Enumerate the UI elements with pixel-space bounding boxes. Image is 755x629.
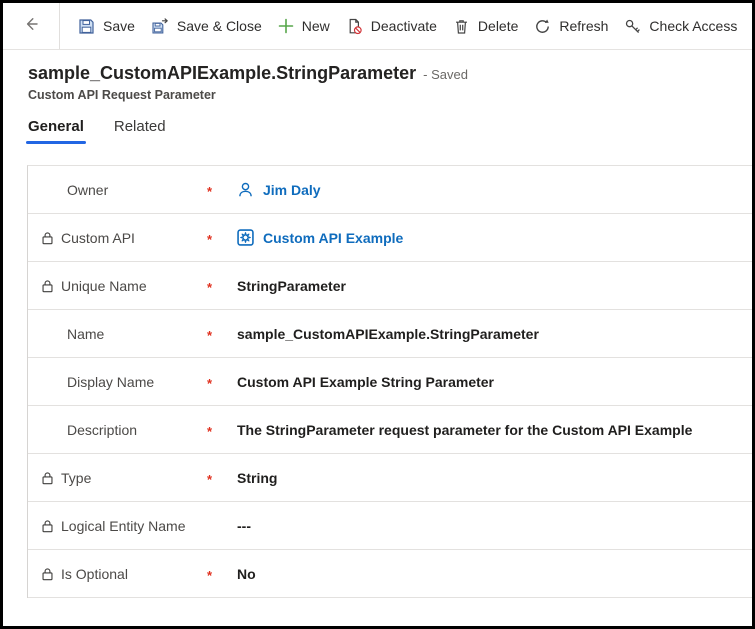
- field-label-cell: Description: [28, 422, 207, 438]
- field-row-type: Type * String: [28, 454, 752, 502]
- field-value-cell: String: [237, 470, 277, 486]
- field-label-cell: Logical Entity Name: [28, 518, 207, 534]
- field-label-cell: Is Optional: [28, 566, 207, 582]
- required-asterisk-empty: [207, 524, 237, 527]
- deactivate-button[interactable]: Deactivate: [338, 3, 445, 49]
- field-row-display-name: Display Name * Custom API Example String…: [28, 358, 752, 406]
- save-button-label: Save: [103, 18, 135, 34]
- field-label: Description: [67, 422, 137, 438]
- save-and-close-button-label: Save & Close: [177, 18, 262, 34]
- required-asterisk: *: [207, 421, 237, 439]
- field-row-description: Description * The StringParameter reques…: [28, 406, 752, 454]
- command-bar: Save Save & Close New: [3, 3, 752, 50]
- name-field-value[interactable]: sample_CustomAPIExample.StringParameter: [237, 326, 539, 342]
- field-value-cell: sample_CustomAPIExample.StringParameter: [237, 326, 539, 342]
- field-label-cell: Type: [28, 470, 207, 486]
- save-icon: [78, 18, 95, 35]
- field-label-cell: Display Name: [28, 374, 207, 390]
- field-label-cell: Name: [28, 326, 207, 342]
- general-form-section: Owner * Jim Daly Custom API: [27, 165, 752, 598]
- command-bar-buttons: Save Save & Close New: [60, 3, 745, 49]
- field-label: Display Name: [67, 374, 154, 390]
- tab-general[interactable]: General: [28, 118, 84, 144]
- record-title: sample_CustomAPIExample.StringParameter: [28, 63, 416, 84]
- field-value-cell: Jim Daly: [237, 181, 321, 198]
- required-asterisk: *: [207, 229, 237, 247]
- tab-related[interactable]: Related: [114, 118, 166, 144]
- field-label: Custom API: [61, 230, 135, 246]
- field-label: Unique Name: [61, 278, 147, 294]
- display-name-field-value[interactable]: Custom API Example String Parameter: [237, 374, 494, 390]
- logical-entity-name-field-value: ---: [237, 518, 251, 534]
- field-label: Name: [67, 326, 104, 342]
- field-row-is-optional: Is Optional * No: [28, 550, 752, 598]
- plus-icon: [278, 18, 294, 34]
- lock-icon: [41, 567, 54, 581]
- custom-api-lookup-link[interactable]: Custom API Example: [263, 230, 403, 246]
- lock-icon: [41, 279, 54, 293]
- field-value-cell: ---: [237, 518, 251, 534]
- field-label: Owner: [67, 182, 108, 198]
- back-button[interactable]: [3, 3, 60, 49]
- left-arrow-icon: [22, 15, 40, 38]
- key-icon: [624, 18, 641, 35]
- save-close-icon: [151, 18, 169, 35]
- field-value-cell: The StringParameter request parameter fo…: [237, 422, 692, 438]
- save-and-close-button[interactable]: Save & Close: [143, 3, 270, 49]
- field-row-unique-name: Unique Name * StringParameter: [28, 262, 752, 310]
- delete-button-label: Delete: [478, 18, 518, 34]
- field-label-cell: Custom API: [28, 230, 207, 246]
- lock-icon: [41, 519, 54, 533]
- field-label-cell: Owner: [28, 182, 207, 198]
- save-status: - Saved: [423, 67, 468, 82]
- lock-icon: [41, 231, 54, 245]
- save-button[interactable]: Save: [70, 3, 143, 49]
- field-label: Type: [61, 470, 91, 486]
- field-label-cell: Unique Name: [28, 278, 207, 294]
- field-row-owner: Owner * Jim Daly: [28, 166, 752, 214]
- description-field-value[interactable]: The StringParameter request parameter fo…: [237, 422, 692, 438]
- user-icon: [237, 181, 254, 198]
- unique-name-value: StringParameter: [237, 278, 346, 294]
- deactivate-icon: [346, 18, 363, 35]
- refresh-button-label: Refresh: [559, 18, 608, 34]
- refresh-icon: [534, 18, 551, 35]
- field-value-cell: No: [237, 566, 256, 582]
- is-optional-field-value: No: [237, 566, 256, 582]
- owner-lookup-link[interactable]: Jim Daly: [263, 182, 321, 198]
- field-label: Logical Entity Name: [61, 518, 186, 534]
- required-asterisk: *: [207, 277, 237, 295]
- lock-icon: [41, 471, 54, 485]
- field-label: Is Optional: [61, 566, 128, 582]
- new-button-label: New: [302, 18, 330, 34]
- trash-icon: [453, 18, 470, 35]
- field-row-name: Name * sample_CustomAPIExample.StringPar…: [28, 310, 752, 358]
- type-field-value: String: [237, 470, 277, 486]
- field-row-custom-api: Custom API * Custom API Example: [28, 214, 752, 262]
- delete-button[interactable]: Delete: [445, 3, 526, 49]
- check-access-button-label: Check Access: [649, 18, 737, 34]
- app-window: Save Save & Close New: [0, 0, 755, 629]
- field-row-logical-entity-name: Logical Entity Name ---: [28, 502, 752, 550]
- required-asterisk: *: [207, 469, 237, 487]
- field-value-cell: StringParameter: [237, 278, 346, 294]
- refresh-button[interactable]: Refresh: [526, 3, 616, 49]
- required-asterisk: *: [207, 325, 237, 343]
- form-tabs: General Related: [3, 118, 752, 144]
- required-asterisk: *: [207, 373, 237, 391]
- required-asterisk: *: [207, 181, 237, 199]
- check-access-button[interactable]: Check Access: [616, 3, 745, 49]
- field-value-cell: Custom API Example: [237, 229, 403, 246]
- field-value-cell: Custom API Example String Parameter: [237, 374, 494, 390]
- new-button[interactable]: New: [270, 3, 338, 49]
- custom-api-icon: [237, 229, 254, 246]
- required-asterisk: *: [207, 565, 237, 583]
- deactivate-button-label: Deactivate: [371, 18, 437, 34]
- record-header: sample_CustomAPIExample.StringParameter …: [3, 50, 752, 102]
- record-entity-type: Custom API Request Parameter: [28, 88, 727, 102]
